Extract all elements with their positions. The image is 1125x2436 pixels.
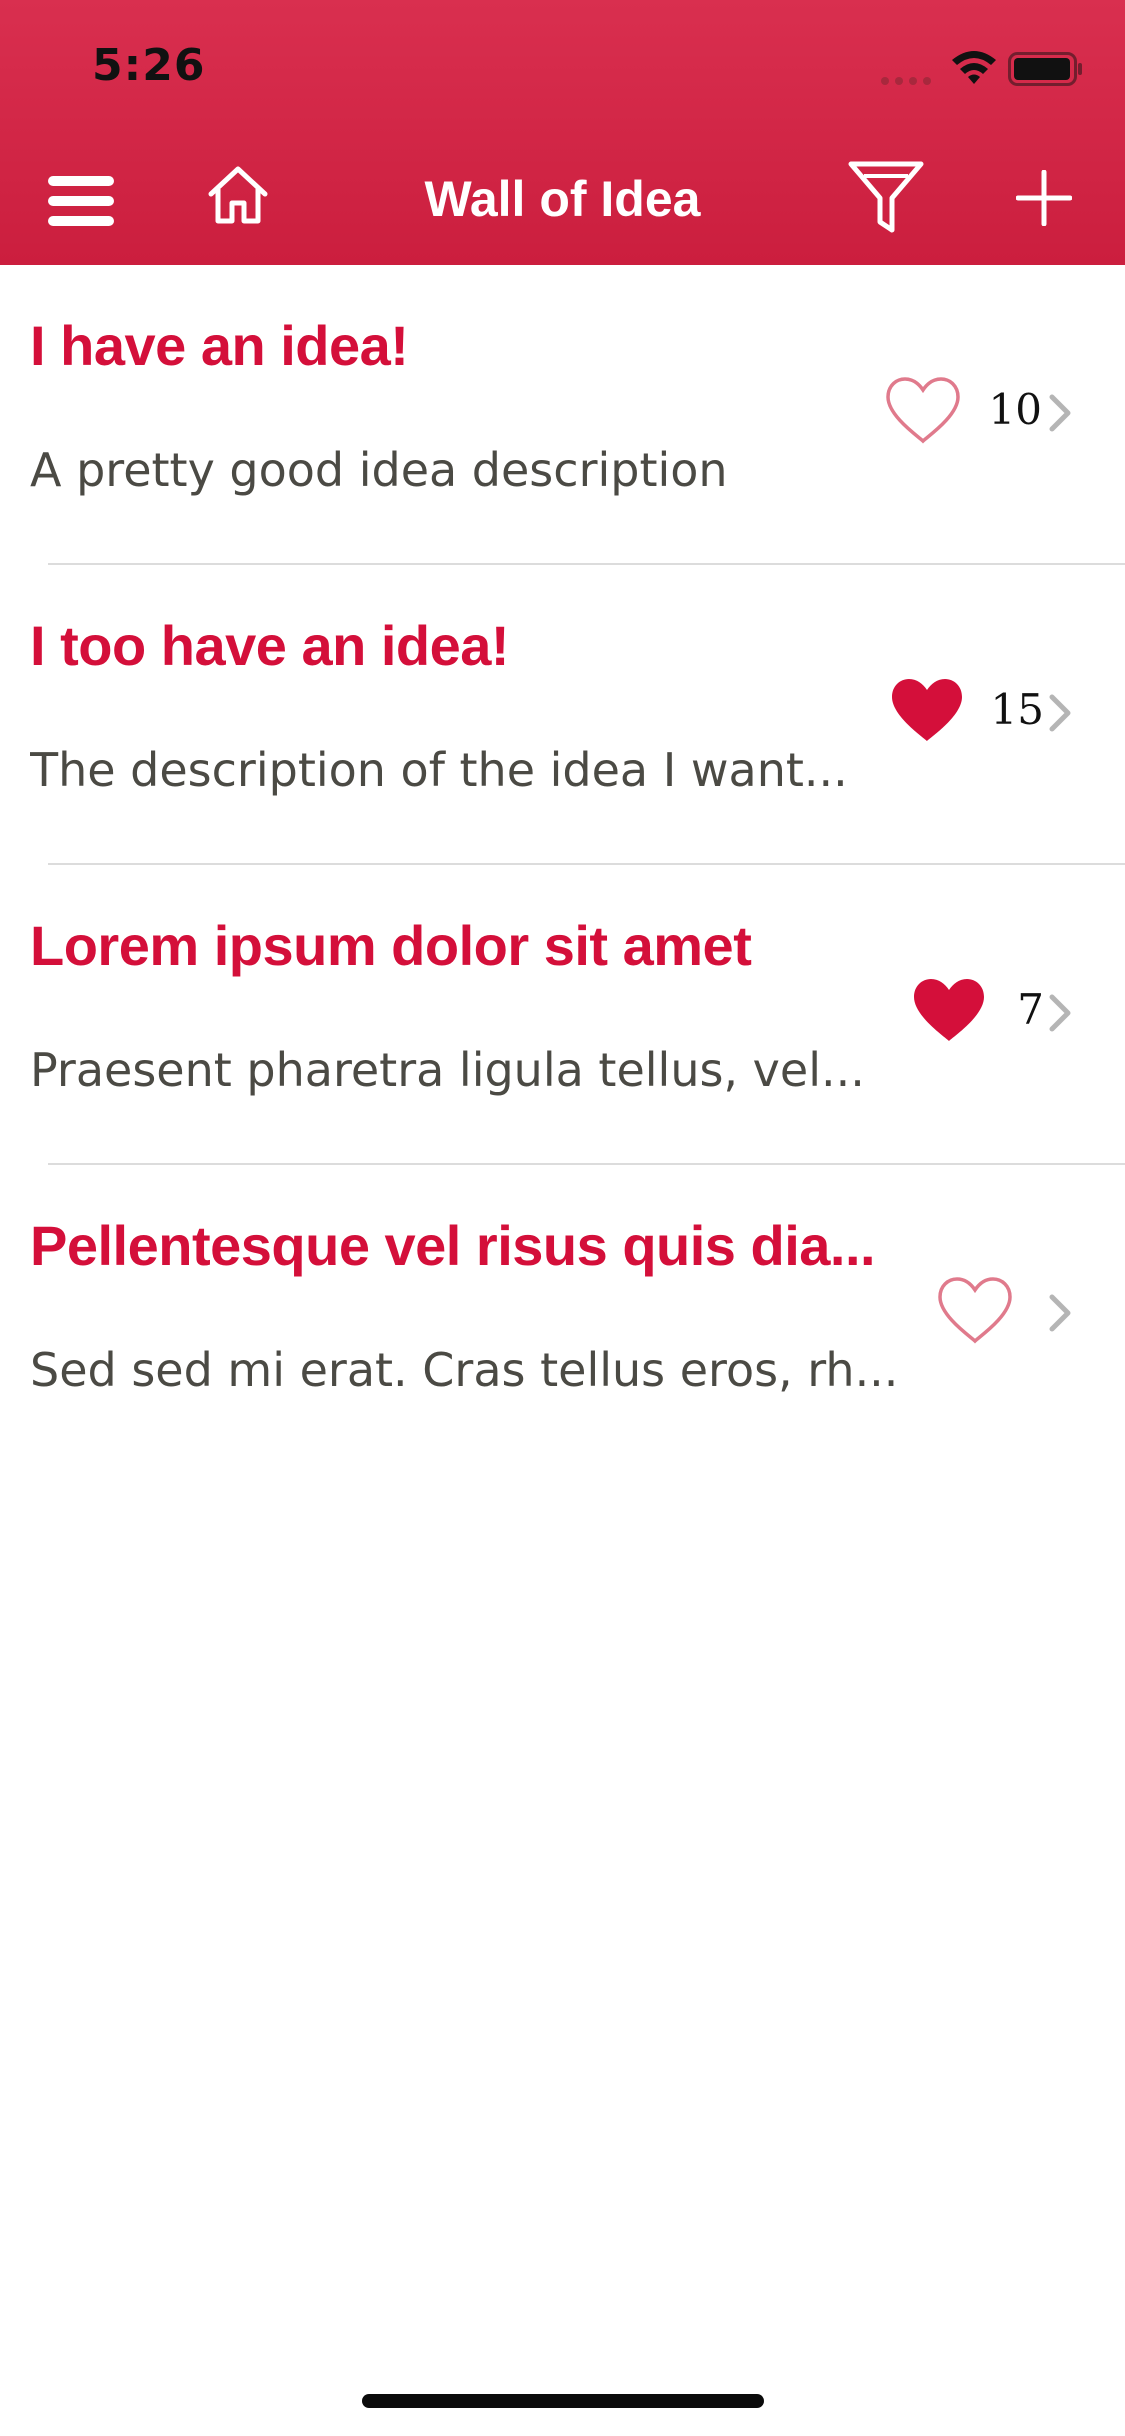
filter-icon[interactable] xyxy=(846,158,926,238)
chevron-right-icon xyxy=(1049,394,1071,432)
page-title: Wall of Idea xyxy=(424,171,701,227)
idea-title: Lorem ipsum dolor sit amet xyxy=(30,914,752,977)
heart-outline-icon[interactable] xyxy=(884,375,962,445)
idea-row[interactable]: I have an idea! A pretty good idea descr… xyxy=(0,265,1125,565)
like-count: 15 xyxy=(990,685,1044,734)
idea-list: I have an idea! A pretty good idea descr… xyxy=(0,265,1125,1465)
battery-icon xyxy=(1008,52,1082,86)
app-header: 5:26 Wall of Idea xyxy=(0,0,1125,265)
chevron-right-icon xyxy=(1049,1294,1071,1332)
home-indicator[interactable] xyxy=(362,2394,764,2408)
heart-outline-icon[interactable] xyxy=(936,1275,1014,1345)
idea-title: Pellentesque vel risus quis dia... xyxy=(30,1214,876,1277)
idea-row[interactable]: Lorem ipsum dolor sit amet Praesent phar… xyxy=(0,865,1125,1165)
idea-description: A pretty good idea description xyxy=(30,443,728,497)
cellular-signal-icon xyxy=(881,77,931,85)
add-icon[interactable] xyxy=(1016,170,1072,226)
like-count: 10 xyxy=(988,385,1042,434)
idea-description: The description of the idea I want... xyxy=(30,743,848,797)
idea-row[interactable]: I too have an idea! The description of t… xyxy=(0,565,1125,865)
chevron-right-icon xyxy=(1049,994,1071,1032)
status-time: 5:26 xyxy=(92,40,206,91)
idea-title: I too have an idea! xyxy=(30,614,510,677)
idea-description: Sed sed mi erat. Cras tellus eros, rh... xyxy=(30,1343,899,1397)
wifi-icon xyxy=(952,51,996,84)
navigation-bar: Wall of Idea xyxy=(0,140,1125,260)
chevron-right-icon xyxy=(1049,694,1071,732)
heart-filled-icon[interactable] xyxy=(888,675,966,745)
idea-row[interactable]: Pellentesque vel risus quis dia... Sed s… xyxy=(0,1165,1125,1465)
like-count: 7 xyxy=(1017,985,1044,1034)
idea-description: Praesent pharetra ligula tellus, vel... xyxy=(30,1043,865,1097)
idea-title: I have an idea! xyxy=(30,314,409,377)
